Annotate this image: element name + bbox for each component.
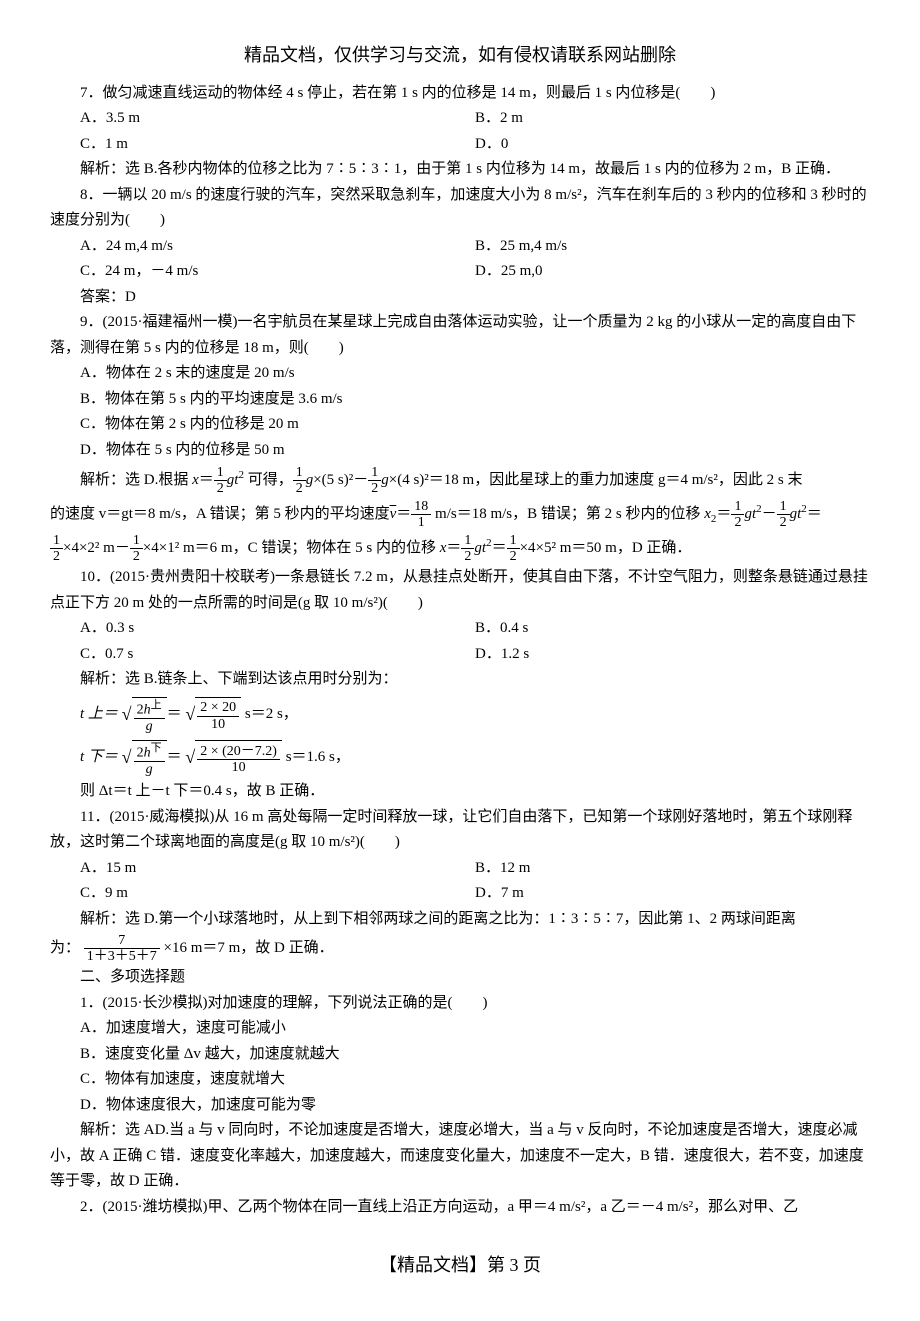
- mq1-optA: A．加速度增大，速度可能减小: [80, 1016, 870, 1042]
- q11-optC: C．9 m: [80, 881, 475, 907]
- sqrt-icon-4: 2 × (20－7.2)10: [185, 736, 282, 779]
- q9-sol-3: ×(4 s)²＝18 m，因此星球上的重力加速度 g＝4 m/s²，因此 2 s…: [389, 472, 803, 488]
- x-var: x: [192, 472, 199, 488]
- q11-sol-end: ×16 m＝7 m，故 D 正确．: [164, 940, 334, 956]
- q7-options-row1: A．3.5 m B．2 m: [80, 106, 870, 132]
- q10-eq1-r1: s＝2 s，: [245, 706, 298, 722]
- q9-sol-pre: 解析：选 D.根据: [80, 472, 192, 488]
- q7-options-row2: C．1 m D．0: [80, 132, 870, 158]
- mq1-optC: C．物体有加速度，速度就增大: [80, 1067, 870, 1093]
- q11-options-row2: C．9 m D．7 m: [80, 881, 870, 907]
- vbar: v: [390, 506, 397, 522]
- mq2-text: 2．(2015·潍坊模拟)甲、乙两个物体在同一直线上沿正方向运动，a 甲＝4 m…: [50, 1195, 870, 1221]
- frac-half-8: 12: [461, 533, 474, 565]
- q9-sol-2: ×(5 s)²－: [313, 472, 368, 488]
- page-header: 精品文档，仅供学习与交流，如有侵权请联系网站删除: [50, 40, 870, 71]
- q9-optD: D．物体在 5 s 内的位移是 50 m: [80, 438, 870, 464]
- q9-optA: A．物体在 2 s 末的速度是 20 m/s: [80, 361, 870, 387]
- sqrt-icon-2: 2 × 2010: [185, 693, 241, 736]
- q9-text: 9．(2015·福建福州一模)一名宇航员在某星球上完成自由落体运动实验，让一个质…: [50, 310, 870, 361]
- q8-options-row2: C．24 m，－4 m/s D．25 m,0: [80, 259, 870, 285]
- q8-options-row1: A．24 m,4 m/s B．25 m,4 m/s: [80, 234, 870, 260]
- q11-sol-pre: 解析：选 D.第一个小球落地时，从上到下相邻两球之间的距离之比为：1∶3∶5∶7…: [50, 907, 870, 933]
- q10-solution: 解析：选 B.链条上、下端到达该点用时分别为：: [50, 667, 870, 693]
- q10-optD: D．1.2 s: [475, 642, 870, 668]
- q10-eq2-r1: s＝1.6 s，: [286, 749, 350, 765]
- q9-optC: C．物体在第 2 s 内的位移是 20 m: [80, 412, 870, 438]
- q7-optA: A．3.5 m: [80, 106, 475, 132]
- frac-18-1: 181: [411, 499, 431, 531]
- q11-optD: D．7 m: [475, 881, 870, 907]
- q10-options-row1: A．0.3 s B．0.4 s: [80, 616, 870, 642]
- q9-sol-line3c: ×4×5² m＝50 m，D 正确．: [520, 540, 692, 556]
- q10-eq2: t 下＝ 2h下g＝ 2 × (20－7.2)10 s＝1.6 s，: [80, 736, 870, 779]
- q10-text: 10．(2015·贵州贵阳十校联考)一条悬链长 7.2 m，从悬挂点处断开，使其…: [50, 565, 870, 616]
- q11-sol-mid: 为：: [50, 940, 80, 956]
- mq1-optD: D．物体速度很大，加速度可能为零: [80, 1093, 870, 1119]
- q9-optB: B．物体在第 5 s 内的平均速度是 3.6 m/s: [80, 387, 870, 413]
- q10-eq2-lhs: t 下＝: [80, 749, 118, 765]
- sqrt-icon: 2h上g: [122, 693, 167, 736]
- q7-optC: C．1 m: [80, 132, 475, 158]
- frac-half-9: 12: [507, 533, 520, 565]
- mq1-solution: 解析：选 AD.当 a 与 v 同向时，不论加速度是否增大，速度必增大，当 a …: [50, 1118, 870, 1195]
- q11-optA: A．15 m: [80, 856, 475, 882]
- q9-sol-line2a: 的速度 v＝gt＝8 m/s，A 错误；第 5 秒内的平均速度: [50, 506, 390, 522]
- q10-eq1-lhs: t 上＝: [80, 706, 118, 722]
- q9-sol-1: 可得，: [244, 472, 293, 488]
- q11-optB: B．12 m: [475, 856, 870, 882]
- frac-half-7: 12: [130, 533, 143, 565]
- q9-sol-line3: ×4×2² m－: [63, 540, 130, 556]
- q10-optC: C．0.7 s: [80, 642, 475, 668]
- frac-half-1: 12: [214, 465, 227, 497]
- mq1-optB: B．速度变化量 Δv 越大，加速度就越大: [80, 1042, 870, 1068]
- frac-q11: 71＋3＋5＋7: [84, 933, 160, 965]
- q7-optB: B．2 m: [475, 106, 870, 132]
- q7-solution: 解析：选 B.各秒内物体的位移之比为 7∶5∶3∶1，由于第 1 s 内位移为 …: [50, 157, 870, 183]
- q10-options-row2: C．0.7 s D．1.2 s: [80, 642, 870, 668]
- q11-sol-frac: 为： 71＋3＋5＋7 ×16 m＝7 m，故 D 正确．: [50, 932, 870, 965]
- q11-text: 11．(2015·威海模拟)从 16 m 高处每隔一定时间释放一球，让它们自由落…: [50, 805, 870, 856]
- section2-title: 二、多项选择题: [50, 965, 870, 991]
- q9-sol-line2b: m/s＝18 m/s，B 错误；第 2 s 秒内的位移: [431, 506, 704, 522]
- q10-optA: A．0.3 s: [80, 616, 475, 642]
- mq1-text: 1．(2015·长沙模拟)对加速度的理解，下列说法正确的是( ): [50, 991, 870, 1017]
- q8-answer: 答案：D: [50, 285, 870, 311]
- q7-text: 7．做匀减速直线运动的物体经 4 s 停止，若在第 1 s 内的位移是 14 m…: [50, 81, 870, 107]
- q8-optD: D．25 m,0: [475, 259, 870, 285]
- q9-solution: 解析：选 D.根据 x＝12gt2 可得，12g×(5 s)²－12g×(4 s…: [50, 463, 870, 565]
- q7-optD: D．0: [475, 132, 870, 158]
- sqrt-icon-3: 2h下g: [122, 736, 167, 779]
- q9-sol-line3b: ×4×1² m＝6 m，C 错误；物体在 5 s 内的位移: [143, 540, 440, 556]
- q10-optB: B．0.4 s: [475, 616, 870, 642]
- q8-optB: B．25 m,4 m/s: [475, 234, 870, 260]
- frac-half-5: 12: [777, 499, 790, 531]
- q10-sol-end: 则 Δt＝t 上－t 下＝0.4 s，故 B 正确．: [50, 779, 870, 805]
- q8-text: 8．一辆以 20 m/s 的速度行驶的汽车，突然采取急刹车，加速度大小为 8 m…: [50, 183, 870, 234]
- q10-eq1: t 上＝ 2h上g＝ 2 × 2010 s＝2 s，: [80, 693, 870, 736]
- page-footer: 【精品文档】第 3 页: [50, 1250, 870, 1281]
- frac-half-6: 12: [50, 533, 63, 565]
- frac-half-3: 12: [368, 465, 381, 497]
- q8-optA: A．24 m,4 m/s: [80, 234, 475, 260]
- frac-half-4: 12: [731, 499, 744, 531]
- frac-half-2: 12: [293, 465, 306, 497]
- q11-options-row1: A．15 m B．12 m: [80, 856, 870, 882]
- q8-optC: C．24 m，－4 m/s: [80, 259, 475, 285]
